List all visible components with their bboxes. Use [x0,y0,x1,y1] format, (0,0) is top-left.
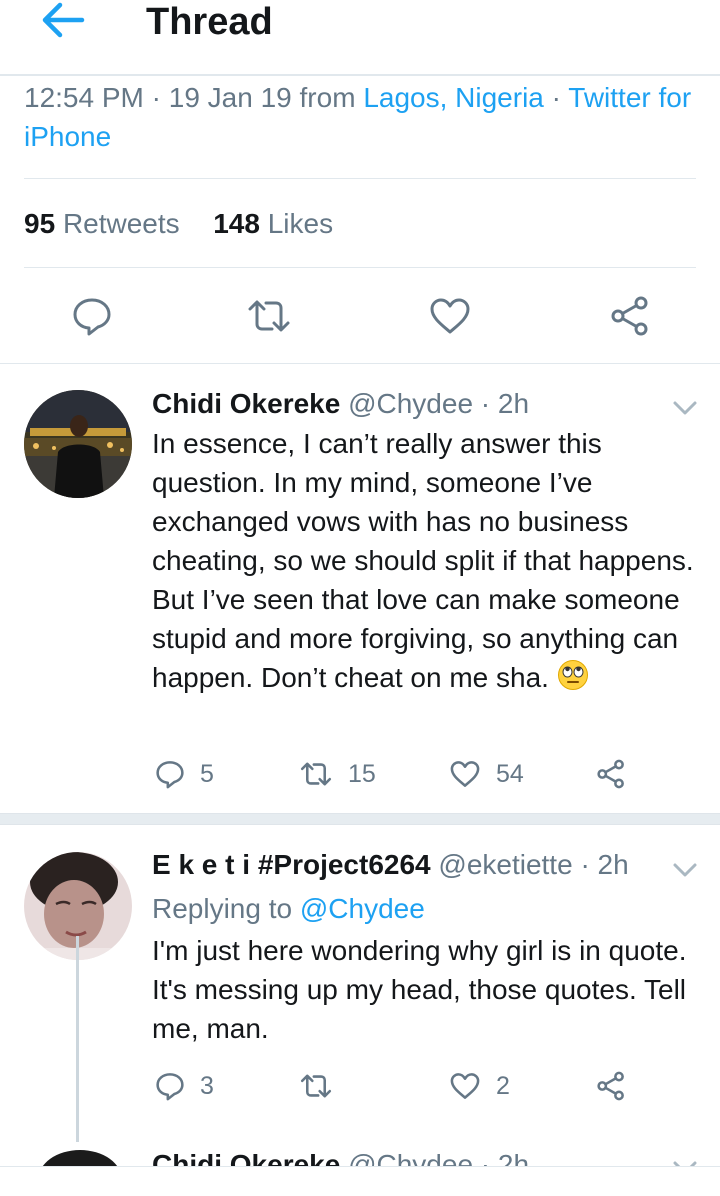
divider [24,178,696,179]
retweets-label: Retweets [62,208,180,239]
share-button[interactable] [594,756,628,792]
divider [0,363,720,364]
like-button[interactable]: 54 [448,756,524,792]
face-with-rolling-eyes-icon [557,659,589,701]
reply-author-handle[interactable]: @Chydee [348,388,473,419]
meta-separator: · [543,82,569,113]
replying-prefix: Replying to [152,893,300,924]
top-bar: Thread [0,0,720,76]
back-arrow-icon[interactable] [36,0,92,44]
retweets-stat[interactable]: 95 Retweets [24,208,180,239]
replying-to: Replying to @Chydee [152,891,425,927]
reply-icon [156,761,184,789]
reply-icon [156,1073,184,1101]
share-icon [597,759,624,789]
next-reply-partial: Chidi Okereke @Chydee · 2h [0,1146,720,1166]
likes-count: 148 [213,208,260,239]
like-icon [450,761,480,787]
retweet-icon [300,762,332,786]
retweet-count: 15 [348,760,376,788]
like-count: 54 [496,760,524,788]
retweet-button[interactable] [298,1068,348,1104]
share-icon[interactable] [608,294,652,338]
reply-author-name[interactable]: E k e t i #Project6264 [152,849,431,880]
thread-connector-line [76,936,79,1142]
reply-author-handle[interactable]: @Chydee [348,1149,473,1166]
retweet-icon [300,1074,332,1098]
reply-count: 5 [200,760,214,788]
reply-text-content: In essence, I can’t really answer this q… [152,428,694,693]
reply-count: 3 [200,1072,214,1100]
avatar[interactable] [38,1150,122,1166]
replying-handle-link[interactable]: @Chydee [300,893,425,924]
meta-from: from [291,82,364,113]
reply-author-name[interactable]: Chidi Okereke [152,1149,340,1166]
reply-text-content: I'm just here wondering why girl is in q… [152,935,687,1044]
page-title: Thread [146,1,273,43]
likes-label: Likes [267,208,334,239]
tweet-location-link[interactable]: Lagos, Nigeria [363,82,544,113]
like-icon [450,1073,480,1099]
reply-time: · 2h [473,1149,530,1166]
tweet-date: 19 Jan 19 [168,82,292,113]
tweet-time: 12:54 PM [24,82,144,113]
reply-header: Chidi Okereke @Chydee · 2h [152,1148,529,1166]
reply-header: Chidi Okereke @Chydee · 2h [152,387,529,421]
meta-separator: · [143,82,169,113]
like-count: 2 [496,1072,510,1100]
reply-author-handle[interactable]: @eketiette [438,849,572,880]
share-icon [597,1071,624,1101]
retweet-button[interactable]: 15 [298,756,376,792]
reply-text: In essence, I can’t really answer this q… [152,424,697,701]
section-separator [0,813,720,825]
retweet-icon[interactable] [246,294,290,338]
reply-button[interactable]: 3 [154,1068,214,1104]
reply-author-name[interactable]: Chidi Okereke [152,388,340,419]
reply-icon[interactable] [70,294,114,338]
reply-time: · 2h [473,388,530,419]
tweet-meta: 12:54 PM · 19 Jan 19 from Lagos, Nigeria… [24,78,694,156]
divider [24,267,696,268]
like-button[interactable]: 2 [448,1068,510,1104]
likes-stat[interactable]: 148 Likes [213,208,333,239]
reply-text: I'm just here wondering why girl is in q… [152,931,697,1048]
chevron-down-icon[interactable] [672,398,698,418]
like-icon[interactable] [428,294,472,338]
reply-header: E k e t i #Project6264 @eketiette · 2h [152,848,629,882]
bottom-area [0,1166,720,1196]
tweet-stats: 95 Retweets 148 Likes [24,206,333,242]
avatar[interactable] [24,390,132,498]
reply-time: · 2h [572,849,629,880]
retweets-count: 95 [24,208,56,239]
chevron-down-icon[interactable] [672,860,698,880]
share-button[interactable] [594,1068,628,1104]
reply-button[interactable]: 5 [154,756,214,792]
chevron-down-icon[interactable] [672,1158,698,1166]
